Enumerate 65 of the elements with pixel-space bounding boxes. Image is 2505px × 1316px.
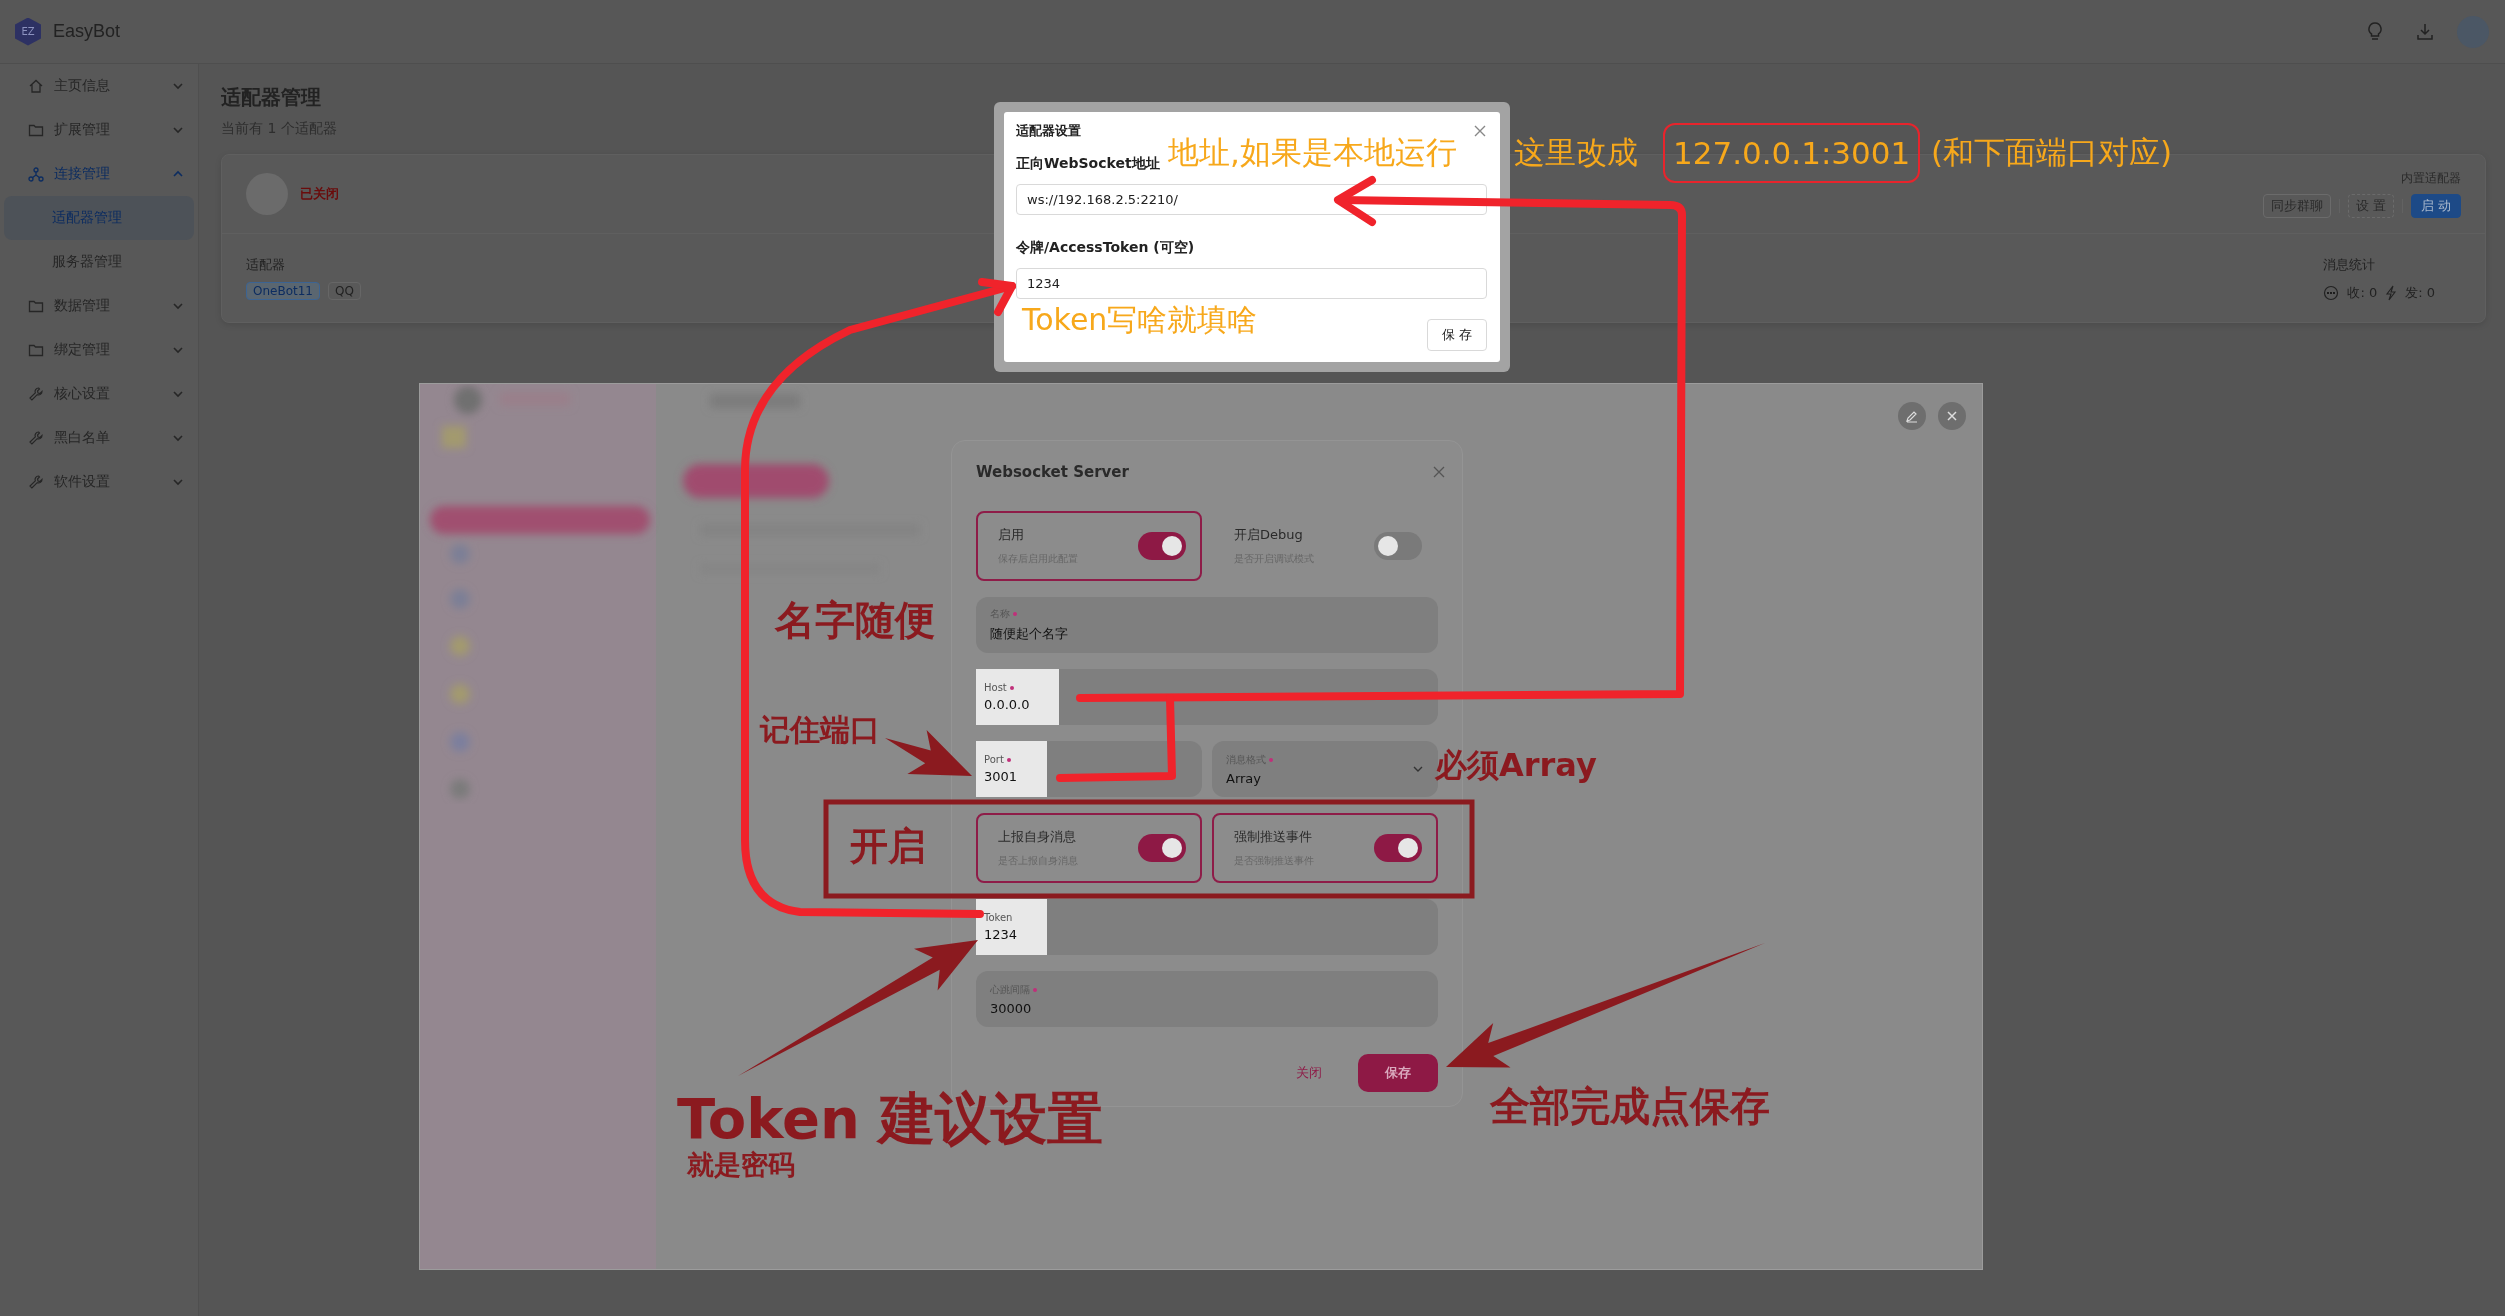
field-value: 0.0.0.0 (984, 697, 1030, 712)
annotation-text: 开启 (850, 824, 926, 870)
app-logo: EZ (15, 17, 41, 46)
setting-label: 开启Debug (1234, 526, 1304, 544)
cross-icon (1946, 410, 1958, 422)
sidebar-subitem[interactable]: 适配器管理 (4, 196, 194, 240)
chat-icon (2323, 285, 2340, 301)
received-count: 收: 0 (2347, 284, 2378, 302)
adapter-tag[interactable]: OneBot11 (246, 282, 320, 300)
setting-label: 上报自身消息 (998, 828, 1077, 846)
input-field[interactable]: ws://192.168.2.5:2210/ (1016, 184, 1487, 215)
field-value: 随便起个名字 (990, 625, 1068, 643)
pencil-icon (1905, 409, 1919, 423)
annotation-text: 这里改成 (1514, 134, 1638, 172)
lightbulb-icon[interactable] (2365, 20, 2385, 43)
toggle-switch[interactable] (1138, 532, 1186, 560)
save-button[interactable]: 保存 (1358, 1054, 1438, 1092)
setting-label: 强制推送事件 (1234, 828, 1313, 846)
lightning-icon (2385, 285, 2398, 301)
toggle-switch[interactable] (1138, 834, 1186, 862)
annotation-text: (和下面端口对应) (1931, 134, 2173, 172)
folder-icon (28, 122, 44, 138)
annotation-text: 全部完成点保存 (1490, 1082, 1770, 1130)
adapter-status: 已关闭 (300, 185, 339, 203)
annotation-text: 地址,如果是本地运行 (1168, 134, 1457, 172)
wrench-icon (28, 386, 44, 402)
boxed-annotation: 127.0.0.1:3001 (1663, 123, 1921, 184)
download-icon[interactable] (2415, 21, 2435, 42)
close-button[interactable]: 关闭 (1296, 1064, 1322, 1082)
field-value: 30000 (990, 1000, 1033, 1016)
annotation-text: 记住端口 (760, 712, 880, 748)
annotation-text: Token写啥就填啥 (1022, 302, 1258, 338)
field-label: Host (984, 682, 1030, 693)
folder-icon (28, 298, 44, 314)
network-icon (28, 166, 44, 182)
annotation-text: 就是密码 (687, 1149, 795, 1182)
toggle-switch[interactable] (1374, 532, 1422, 560)
input-field[interactable]: Port 3001 (976, 741, 1202, 797)
field-value: 1234 (984, 927, 1018, 942)
dialog-title: 适配器设置 (1016, 122, 1081, 140)
field-value: Array (1226, 770, 1262, 786)
annotation-text: 名字随便 (775, 596, 935, 644)
dialog-title: Websocket Server (976, 463, 1129, 481)
close-icon[interactable] (1432, 465, 1446, 479)
close-icon[interactable] (1938, 402, 1966, 430)
wrench-icon (28, 474, 44, 490)
input-field[interactable]: Token 1234 (976, 899, 1438, 955)
field-value: 3001 (984, 769, 1018, 784)
setting-label: 启用 (998, 526, 1025, 544)
sidebar-item[interactable]: 连接管理 (0, 152, 198, 196)
field-label: Port (984, 754, 1018, 765)
folder-icon (28, 342, 44, 358)
field-label: 正向WebSocket地址 (1016, 154, 1160, 172)
edit-icon[interactable] (1898, 402, 1926, 430)
annotation-text: 必须Array (1435, 746, 1597, 785)
field-label: 令牌/AccessToken (可空) (1016, 238, 1195, 256)
action-button[interactable]: 启 动 (2410, 194, 2461, 218)
field-label: Token (984, 912, 1014, 923)
input-field[interactable]: 1234 (1016, 268, 1487, 299)
wrench-icon (28, 430, 44, 446)
toggle-switch[interactable] (1374, 834, 1422, 862)
annotation-text: Token 建议设置 (677, 1085, 1104, 1151)
home-icon (28, 78, 44, 94)
close-icon[interactable] (1473, 124, 1487, 138)
save-button[interactable]: 保 存 (1426, 319, 1487, 351)
